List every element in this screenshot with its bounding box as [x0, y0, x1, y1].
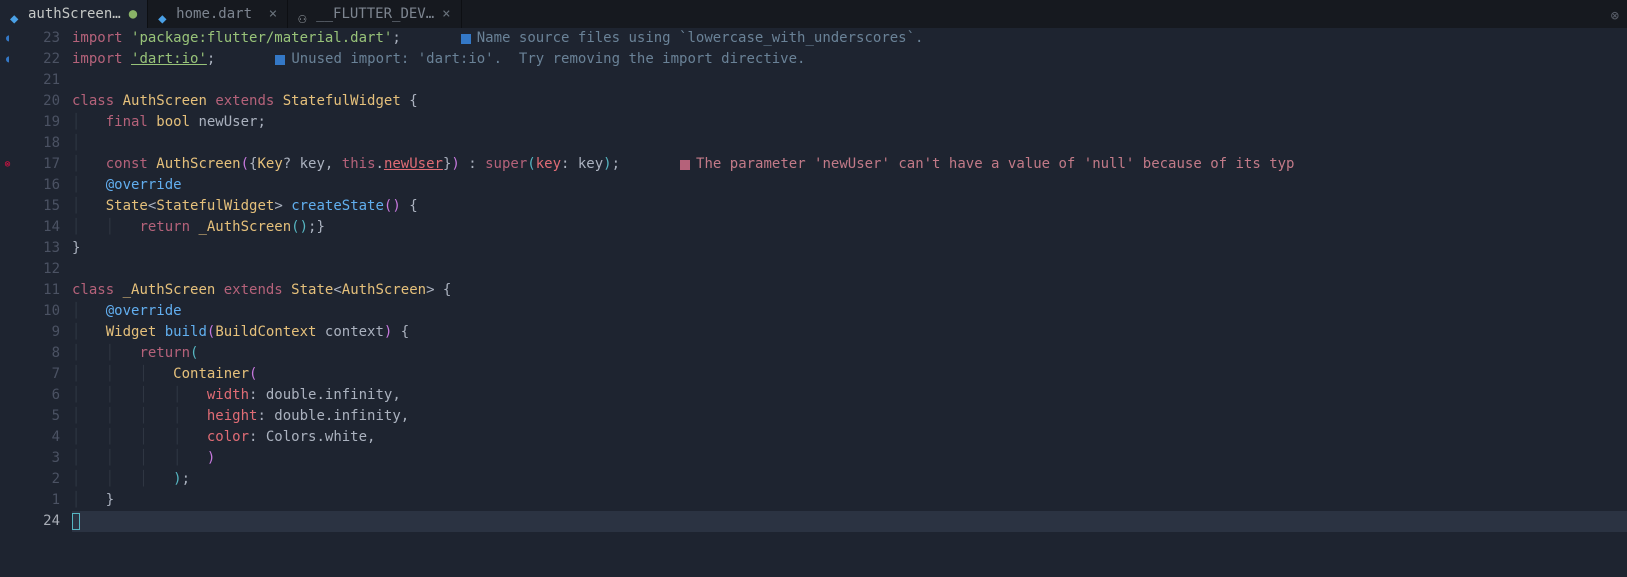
- modified-indicator-icon: ●: [129, 4, 137, 25]
- info-marker-icon[interactable]: ◖: [0, 28, 15, 49]
- code-line[interactable]: │ }: [72, 490, 1627, 511]
- line-number: 9: [15, 322, 60, 343]
- code-line[interactable]: │ const AuthScreen({Key? key, this.newUs…: [72, 154, 1627, 175]
- code-line[interactable]: │ │ │ │ height: double.infinity,: [72, 406, 1627, 427]
- code-line[interactable]: │ │ return(: [72, 343, 1627, 364]
- line-number: 13: [15, 238, 60, 259]
- code-line[interactable]: │ │ │ Container(: [72, 364, 1627, 385]
- tab-flutter-dev[interactable]: ⚇ __FLUTTER_DEV… ×: [288, 0, 461, 28]
- line-number: 19: [15, 112, 60, 133]
- line-number: 22: [15, 49, 60, 70]
- dart-icon: ◆: [10, 9, 20, 19]
- lint-info-icon: [275, 55, 285, 65]
- line-number: 1: [15, 490, 60, 511]
- line-number: 11: [15, 280, 60, 301]
- marker-gutter: ◖ ◖ ⊗: [0, 28, 15, 577]
- code-line[interactable]: }: [72, 238, 1627, 259]
- code-line[interactable]: [72, 259, 1627, 280]
- line-number: 23: [15, 28, 60, 49]
- flutter-icon: ⚇: [298, 9, 308, 19]
- tab-label: __FLUTTER_DEV…: [316, 4, 434, 25]
- line-number: 12: [15, 259, 60, 280]
- info-marker-icon[interactable]: ◖: [0, 49, 15, 70]
- code-line[interactable]: │ @override: [72, 175, 1627, 196]
- line-number: 20: [15, 91, 60, 112]
- lint-message: Unused import: 'dart:io'. Try removing t…: [291, 49, 805, 70]
- tab-home[interactable]: ◆ home.dart ×: [148, 0, 288, 28]
- code-line[interactable]: │ │ │ │ color: Colors.white,: [72, 427, 1627, 448]
- code-line[interactable]: │: [72, 133, 1627, 154]
- tab-authscreen[interactable]: ◆ authScreen… ●: [0, 0, 148, 28]
- line-number: 24: [15, 511, 60, 532]
- line-number: 7: [15, 364, 60, 385]
- code-line[interactable]: │ │ │ │ width: double.infinity,: [72, 385, 1627, 406]
- code-line[interactable]: │ │ │ │ ): [72, 448, 1627, 469]
- code-line[interactable]: [72, 70, 1627, 91]
- close-icon[interactable]: ×: [269, 4, 277, 25]
- line-number: 14: [15, 217, 60, 238]
- line-number: 3: [15, 448, 60, 469]
- code-line[interactable]: import 'package:flutter/material.dart';N…: [72, 28, 1627, 49]
- code-line[interactable]: │ final bool newUser;: [72, 112, 1627, 133]
- line-number: 2: [15, 469, 60, 490]
- code-line[interactable]: │ State<StatefulWidget> createState() {: [72, 196, 1627, 217]
- code-line[interactable]: │ │ return _AuthScreen();}: [72, 217, 1627, 238]
- tab-label: authScreen…: [28, 4, 121, 25]
- code-line[interactable]: [72, 511, 1627, 532]
- close-icon[interactable]: ×: [442, 4, 450, 25]
- line-number: 4: [15, 427, 60, 448]
- code-area[interactable]: import 'package:flutter/material.dart';N…: [70, 28, 1627, 577]
- line-number: 16: [15, 175, 60, 196]
- code-line[interactable]: │ @override: [72, 301, 1627, 322]
- lint-message: Name source files using `lowercase_with_…: [477, 28, 924, 49]
- error-marker-icon[interactable]: ⊗: [0, 154, 15, 175]
- line-number: 8: [15, 343, 60, 364]
- lint-message: The parameter 'newUser' can't have a val…: [696, 154, 1294, 175]
- line-number: 21: [15, 70, 60, 91]
- line-number: 10: [15, 301, 60, 322]
- dart-icon: ◆: [158, 9, 168, 19]
- line-number: 17: [15, 154, 60, 175]
- line-number: 15: [15, 196, 60, 217]
- line-number: 18: [15, 133, 60, 154]
- editor[interactable]: ◖ ◖ ⊗ 23 22 21 20 19 18 17 16 15 14 13 1…: [0, 28, 1627, 577]
- code-line[interactable]: class AuthScreen extends StatefulWidget …: [72, 91, 1627, 112]
- code-line[interactable]: │ │ │ );: [72, 469, 1627, 490]
- line-number: 6: [15, 385, 60, 406]
- lint-error-icon: [680, 160, 690, 170]
- line-number: 5: [15, 406, 60, 427]
- tab-label: home.dart: [176, 4, 261, 25]
- cursor: [72, 513, 80, 530]
- code-line[interactable]: import 'dart:io';Unused import: 'dart:io…: [72, 49, 1627, 70]
- lint-info-icon: [461, 34, 471, 44]
- tab-bar: ◆ authScreen… ● ◆ home.dart × ⚇ __FLUTTE…: [0, 0, 1627, 28]
- code-line[interactable]: │ Widget build(BuildContext context) {: [72, 322, 1627, 343]
- close-icon[interactable]: ⊗: [1611, 6, 1619, 27]
- line-number-gutter: 23 22 21 20 19 18 17 16 15 14 13 12 11 1…: [15, 28, 70, 577]
- code-line[interactable]: class _AuthScreen extends State<AuthScre…: [72, 280, 1627, 301]
